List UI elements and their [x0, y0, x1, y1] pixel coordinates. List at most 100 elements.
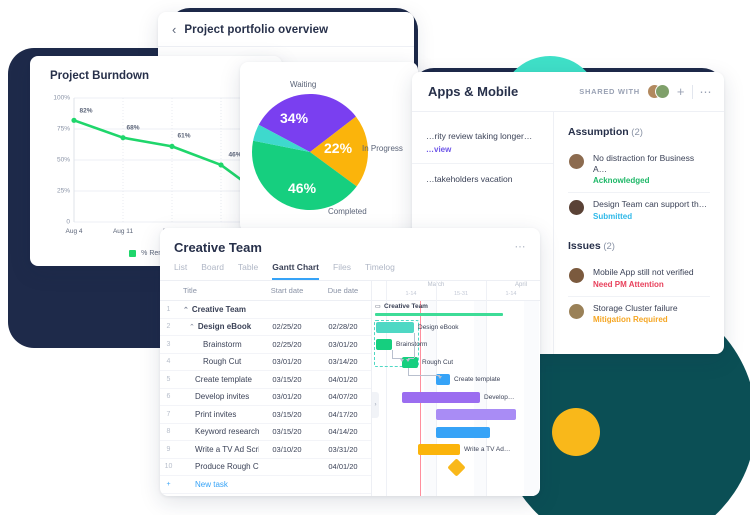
gantt-bar-label: Develop… [484, 393, 515, 401]
table-row[interactable]: 10 Produce Rough Cut T… 04/01/20 [160, 459, 371, 476]
gantt-dependency-line [414, 332, 415, 358]
start-date-cell: 03/01/20 [272, 357, 302, 367]
tab-files[interactable]: Files [333, 262, 351, 280]
table-row[interactable]: 7 Print invites 03/15/20 04/17/20 [160, 406, 371, 424]
task-table: Title Start date Due date 1 ⌃ Creative Team 2 ⌃… [160, 281, 372, 496]
gantt-grid: Title Start date Due date 1 ⌃ Creative Team 2 ⌃… [160, 281, 540, 496]
tab-list[interactable]: List [174, 262, 187, 280]
list-item-text: No distraction for Business A… [593, 153, 695, 174]
list-item-body: Design Team can support th… Submitted [593, 199, 707, 221]
tab-board[interactable]: Board [201, 262, 224, 280]
risk-item[interactable]: …takeholders vacation [412, 163, 553, 194]
gantt-half-label: 1-14 [505, 291, 517, 297]
task-title: Develop invites [195, 392, 250, 402]
due-date-cell: 04/01/20 [328, 462, 358, 472]
section-heading: Assumption (2) [568, 126, 710, 138]
table-row[interactable]: 6 Develop invites 03/01/20 04/07/20 [160, 389, 371, 406]
gantt-dependency-line [408, 375, 440, 376]
table-header: Title Start date Due date [160, 281, 371, 301]
burndown-y-tick: 100% [53, 94, 70, 102]
gantt-weekend-band [524, 301, 539, 496]
gantt-header: MarchApril1-1415-311-14 [372, 281, 540, 301]
list-item[interactable]: No distraction for Business A… Acknowledg… [568, 147, 710, 192]
list-item-body: Mobile App still not verified Need PM Att… [593, 267, 694, 289]
burndown-point-label: 68% [126, 124, 140, 132]
task-title-cell: Create template [177, 375, 259, 384]
table-row[interactable]: 5 Create template 03/15/20 04/01/20 [160, 371, 371, 389]
folder-icon: ▭ [375, 304, 381, 310]
pie-slice-value: 46% [288, 180, 317, 196]
row-number: 4 [166, 358, 171, 366]
gantt-bar[interactable] [402, 391, 480, 403]
burndown-y-tick: 25% [56, 187, 70, 195]
burndown-y-tick: 0 [66, 218, 70, 226]
avatar [654, 84, 670, 99]
start-date-cell: 03/01/20 [272, 392, 302, 402]
section-heading-text: Issues [568, 239, 601, 252]
creative-team-card: Creative Team ⋯ List Board Table Gantt Char… [160, 228, 540, 496]
plus-icon[interactable]: + [160, 481, 177, 488]
list-item[interactable]: Design Team can support th… Submitted [568, 192, 710, 228]
pie-slice-value: 22% [324, 140, 353, 156]
risk-item[interactable]: …rity review taking longer… …view [412, 126, 553, 163]
row-number: 2 [166, 323, 171, 331]
project-status-pie-card: 34% 22% 46% Waiting In Progress Completed [240, 62, 418, 232]
burndown-point-label: 82% [79, 107, 93, 115]
gantt-bar-label: Rough Cut [422, 358, 454, 366]
table-row[interactable]: 4 Rough Cut 03/01/20 03/14/20 [160, 354, 371, 371]
section-count: (2) [628, 127, 643, 138]
gantt-bar[interactable] [436, 426, 490, 438]
table-row[interactable]: 8 Keyword research 03/15/20 04/14/20 [160, 424, 371, 441]
gantt-dependency-line [408, 367, 409, 375]
row-number: 10 [164, 463, 173, 471]
table-row[interactable]: 3 Brainstorm 02/25/20 03/01/20 [160, 336, 371, 354]
shared-avatars[interactable] [646, 84, 670, 99]
row-number: 5 [166, 375, 171, 383]
gantt-bar[interactable] [436, 409, 516, 420]
gantt-milestone[interactable] [447, 457, 466, 477]
list-item[interactable]: Storage Cluster failure Mitigation Requir… [568, 295, 710, 332]
ellipsis-icon[interactable]: ⋯ [700, 86, 713, 98]
chevron-up-icon[interactable]: ⌃ [183, 307, 189, 314]
gantt-bar[interactable] [376, 321, 414, 333]
table-row[interactable]: 9 Write a TV Ad Script 03/10/20 03/31/20 [160, 441, 371, 459]
table-row[interactable]: 2 ⌃ Design eBook 02/25/20 02/28/20 [160, 319, 371, 336]
new-task-row[interactable]: + New task [160, 476, 371, 494]
tab-timelog[interactable]: Timelog [365, 262, 395, 280]
task-title: Design eBook [197, 322, 252, 332]
tab-gantt-chart[interactable]: Gantt Chart [272, 262, 319, 280]
chevron-left-icon[interactable]: ‹ [172, 23, 176, 36]
ellipsis-icon[interactable]: ⋯ [515, 240, 527, 253]
task-title-cell: ⌃ Creative Team [177, 305, 259, 314]
start-date-cell: 03/10/20 [272, 444, 302, 454]
burndown-x-tick: Aug 4 [65, 228, 83, 235]
list-item[interactable]: Mobile App still not verified Need PM Att… [568, 261, 710, 296]
list-item-body: Storage Cluster failure Mitigation Requir… [593, 303, 678, 325]
task-title-cell: Write a TV Ad Script [177, 445, 259, 454]
section-heading-text: Assumption [568, 126, 629, 138]
gantt-bar[interactable] [376, 339, 392, 350]
gantt-timeline[interactable]: MarchApril1-1415-311-14▭Creative TeamDes… [372, 281, 540, 496]
shared-with-label: SHARED WITH [579, 87, 640, 96]
due-date-cell: 03/14/20 [328, 357, 358, 367]
section-heading: Issues (2) [568, 240, 710, 252]
row-number: 6 [166, 393, 171, 401]
due-date-cell: 03/31/20 [328, 444, 358, 454]
burndown-x-tick: Aug 11 [112, 228, 134, 235]
new-task-label[interactable]: New task [177, 480, 259, 489]
row-number: 1 [166, 305, 171, 313]
row-number: 7 [166, 410, 171, 418]
apps-title: Apps & Mobile [428, 84, 519, 99]
gantt-bar-label: Design eBook [418, 323, 459, 331]
start-date-cell: 02/25/20 [272, 322, 302, 332]
list-item-text: Mobile App still not verified [593, 266, 694, 277]
pie-slice-label: Completed [328, 207, 367, 216]
gantt-bar[interactable] [418, 444, 460, 455]
status-badge: Acknowledged [593, 176, 650, 186]
table-row[interactable]: 1 ⌃ Creative Team [160, 301, 371, 319]
plus-icon[interactable]: + [677, 85, 685, 98]
gantt-collapse-handle[interactable]: › [372, 391, 379, 418]
tab-table[interactable]: Table [238, 262, 258, 280]
chevron-up-icon[interactable]: ⌃ [189, 324, 195, 331]
task-title-cell: Brainstorm [177, 340, 259, 349]
